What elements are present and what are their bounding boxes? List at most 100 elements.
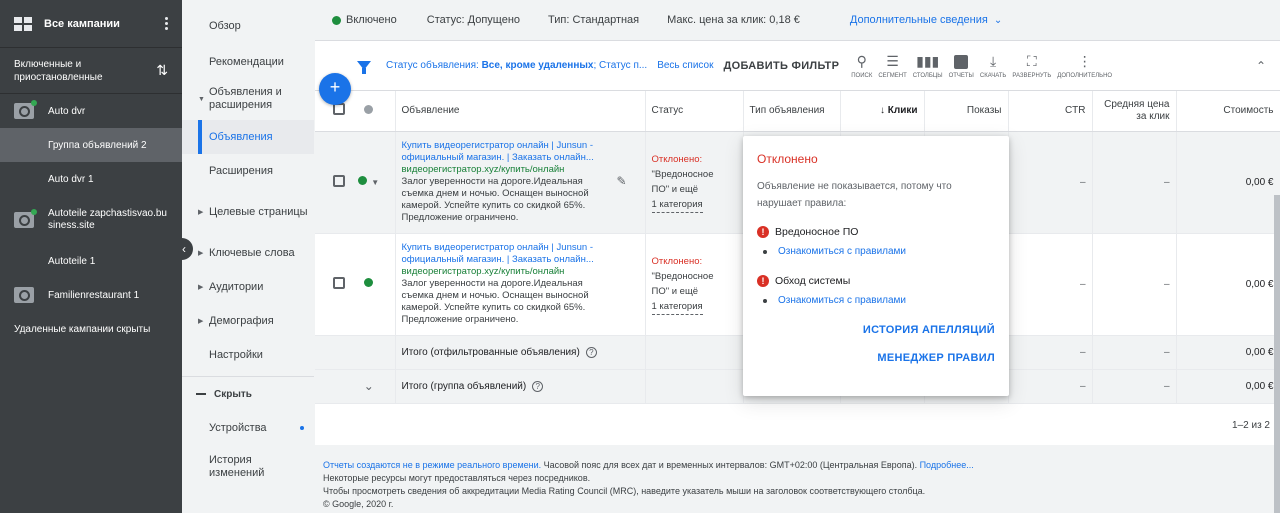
menu-item-landing-pages[interactable]: ▶ Целевые страницы [182,188,314,236]
status-cell[interactable]: Отклонено: "Вредоносное ПО" и ещё 1 кате… [645,131,744,234]
segment-tool[interactable]: ☰ сегмент [878,53,906,79]
row-status-cell: ▼ [343,131,396,234]
sort-arrow-icon: ↓ [879,105,888,117]
columns-icon: ▮▮▮ [916,53,940,69]
reports-tool[interactable]: отчеты [949,53,974,79]
ad-description: Залог уверенности на дороге.Идеальная съ… [401,176,589,223]
add-ad-button[interactable]: + [319,73,351,105]
sidebar-item-auto-dvr[interactable]: Auto dvr [0,94,182,128]
download-tool[interactable]: ⤓ скачать [980,53,1007,79]
policy-manager-button[interactable]: МЕНЕДЖЕР ПРАВИЛ [757,352,995,364]
ctr-cell: – [1008,131,1093,234]
total-avg-cpc: – [1092,335,1177,370]
columns-tool[interactable]: ▮▮▮ столбцы [913,53,943,79]
enabled-status-dot [332,15,341,25]
status-cell[interactable]: Отклонено: "Вредоносное ПО" и ещё 1 кате… [645,233,744,336]
more-tool[interactable]: ⋮ дополнительно [1057,53,1112,79]
status-reason-3[interactable]: 1 категория [651,197,703,213]
empty-cell [315,369,343,404]
status-disapproved: Отклонено: [651,153,703,165]
active-filter-chip[interactable]: Статус объявления: Все, кроме удаленных;… [386,60,647,71]
policy-link[interactable]: Ознакомиться с правилами [757,246,995,257]
col-header-ad[interactable]: Объявление [395,91,646,132]
col-header-avg-cpc[interactable]: Средняя цена за клик [1092,91,1177,132]
help-icon[interactable]: ? [532,380,544,392]
sidebar-item-autoteile[interactable]: Autoteile zapchastisvao.business.site [0,196,182,244]
menu-item-label: Рекомендации [209,56,284,68]
menu-item-ads-extensions[interactable]: ▼ Объявления и расширения [182,72,314,120]
empty-cell [343,335,396,370]
removed-campaigns-note: Удаленные кампании скрыты [14,324,151,335]
filter-icon[interactable] [357,61,371,74]
row-checkbox[interactable] [333,174,345,187]
col-header-type[interactable]: Тип объявления [743,91,841,132]
caret-down-icon[interactable]: ▼ [371,178,379,187]
menu-hide-toggle[interactable]: Скрыть [182,377,314,411]
page-scrollbar[interactable] [1274,195,1280,513]
menu-item-settings[interactable]: Настройки [182,338,314,372]
menu-item-keywords[interactable]: ▶ Ключевые слова [182,236,314,270]
policy-issue: ! Вредоносное ПО [757,226,995,238]
menu-item-label: Расширения [209,165,273,177]
col-header-cost[interactable]: Стоимость [1176,91,1280,132]
menu-item-demographics[interactable]: ▶ Демография [182,304,314,338]
sidebar-header[interactable]: Все кампании [0,0,182,48]
menu-item-devices[interactable]: Устройства [182,411,314,445]
pagination-info: 1–2 из 2 [1232,420,1270,431]
add-filter-button[interactable]: ДОБАВИТЬ ФИЛЬТР [723,60,839,72]
menu-item-ads[interactable]: Объявления [182,120,314,154]
menu-item-recommendations[interactable]: Рекомендации [182,52,314,72]
status-reason-3[interactable]: 1 категория [651,299,703,315]
menu-item-extensions[interactable]: Расширения [182,154,314,188]
policy-link[interactable]: Ознакомиться с правилами [757,295,995,306]
sidebar-item-ad-group-2[interactable]: Группа объявлений 2 [0,128,182,162]
row-select-cell [315,131,345,234]
menu-item-label: Настройки [209,349,263,361]
menu-item-label: Демография [209,315,274,327]
full-list-link[interactable]: Весь список [657,60,713,71]
menu-hide-label: Скрыть [214,388,252,400]
expand-tool[interactable]: ⛶ развернуть [1012,53,1051,79]
menu-item-label: Устройства [209,422,267,434]
menu-item-label: Целевые страницы [209,205,308,218]
filter-suffix: ; Статус п... [593,60,648,71]
chevron-up-icon[interactable]: ⌃ [1256,59,1266,73]
enabled-status-dot[interactable] [358,176,368,185]
menu-item-change-history[interactable]: История изменений [182,445,272,489]
col-header-status[interactable]: Статус [645,91,744,132]
help-icon[interactable]: ? [585,346,597,358]
error-icon: ! [757,226,769,238]
sidebar-item-familienrestaurant[interactable]: Familienrestaurant 1 [0,278,182,312]
sidebar-item-autoteile-1[interactable]: Autoteile 1 [0,244,182,278]
appeal-history-button[interactable]: ИСТОРИЯ АПЕЛЛЯЦИЙ [757,324,995,336]
menu-item-overview[interactable]: Обзор [182,0,314,52]
edit-pencil-icon[interactable]: ✎ [616,174,626,188]
chevron-down-icon[interactable]: ⌄ [364,379,374,393]
realtime-reports-link[interactable]: Отчеты создаются не в режиме реального в… [323,460,541,470]
col-header-impressions[interactable]: Показы [924,91,1009,132]
total-avg-cpc: – [1092,369,1177,404]
col-header-ctr[interactable]: CTR [1008,91,1093,132]
menu-item-audiences[interactable]: ▶ Аудитории [182,270,314,304]
more-details-label: Дополнительные сведения [849,14,988,26]
enabled-status-dot[interactable] [364,278,374,287]
state-dropdown[interactable]: Включено [346,14,397,26]
plus-icon: + [329,77,341,97]
sidebar-item-auto-dvr-1[interactable]: Auto dvr 1 [0,162,182,196]
search-tool[interactable]: ⚲ поиск [851,53,872,79]
ad-headline-link[interactable]: Купить видеорегистратор онлайн | Junsun … [402,140,639,164]
empty-cell [645,369,744,404]
sort-icon[interactable]: ⇅ [156,63,168,77]
campaign-filter[interactable]: Включенные и приостановленные ⇅ [0,48,182,94]
learn-more-link[interactable]: Подробнее... [917,460,974,470]
error-icon: ! [757,275,769,287]
select-all-checkbox[interactable] [333,103,345,116]
sidebar-item-label: Группа объявлений 2 [48,139,147,151]
more-vert-icon[interactable] [165,17,168,30]
sidebar-item-label: Auto dvr [48,105,86,117]
toolbar-tools: ⚲ поиск ☰ сегмент ▮▮▮ столбцы отчеты ⤓ скача… [851,53,1118,79]
more-details-link[interactable]: Дополнительные сведения ⌄ [850,14,1002,26]
row-checkbox[interactable] [333,276,345,289]
ad-headline-link[interactable]: Купить видеорегистратор онлайн | Junsun … [402,242,639,266]
col-header-clicks[interactable]: ↓ Клики [840,91,925,132]
